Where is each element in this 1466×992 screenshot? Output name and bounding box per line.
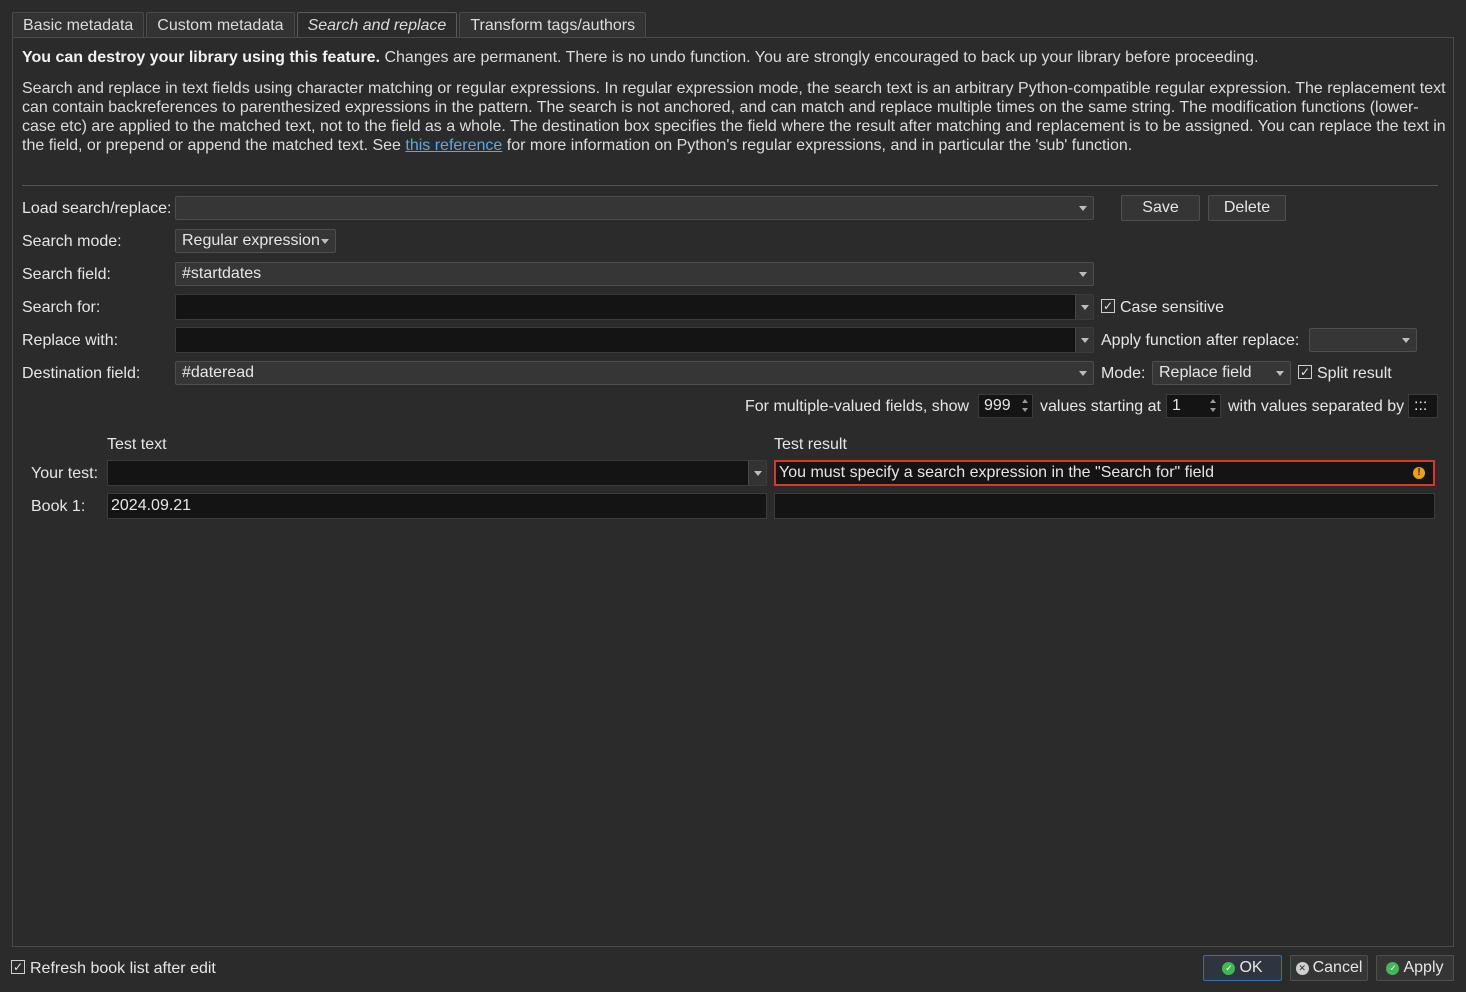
dest-mode-select[interactable]: Replace field (1152, 361, 1291, 385)
dest-mode-label: Mode: (1101, 365, 1146, 382)
multi-separator-value: ::: (1414, 397, 1428, 414)
warning-icon: ! (1413, 467, 1425, 479)
tab-custom-metadata[interactable]: Custom metadata (146, 12, 295, 38)
chevron-down-icon (1079, 206, 1087, 211)
search-field-label: Search field: (22, 266, 111, 283)
book1-result-field (774, 493, 1435, 519)
check-circle-icon: ✓ (1386, 961, 1400, 975)
check-circle-icon: ✓ (1222, 961, 1236, 975)
search-field-value: #startdates (182, 265, 262, 282)
tab-label: Transform tags/authors (470, 16, 636, 34)
chevron-down-icon (1081, 338, 1089, 343)
chevron-down-icon (1081, 305, 1089, 310)
spin-arrows-icon[interactable] (1020, 395, 1032, 417)
warning-bold: You can destroy your library using this … (22, 49, 381, 66)
spin-arrows-icon[interactable] (1208, 395, 1220, 417)
your-test-label: Your test: (31, 465, 99, 482)
test-result-header: Test result (774, 436, 847, 453)
your-test-result: You must specify a search expression in … (774, 460, 1435, 486)
split-result-checkbox[interactable]: ✓ (1298, 365, 1312, 379)
tab-label: Basic metadata (23, 16, 134, 34)
chevron-down-icon (1276, 371, 1284, 376)
book1-test-value: 2024.09.21 (111, 497, 192, 514)
delete-button[interactable]: Delete (1208, 195, 1286, 221)
destination-field-label: Destination field: (22, 365, 141, 382)
close-circle-icon: ✕ (1295, 961, 1309, 975)
replace-with-dropdown[interactable] (1075, 328, 1093, 352)
multi-mid-label: values starting at (1040, 398, 1161, 415)
multi-show-spinbox[interactable]: 999 (978, 394, 1033, 418)
multi-prefix-label: For multiple-valued fields, show (745, 398, 970, 415)
warning-text: You can destroy your library using this … (22, 48, 1447, 67)
tab-search-and-replace[interactable]: Search and replace (296, 12, 458, 39)
multi-start-value: 1 (1172, 397, 1181, 414)
test-text-header: Test text (107, 436, 167, 453)
tab-bar: Basic metadata Custom metadata Search an… (12, 12, 648, 39)
chevron-down-icon (1079, 371, 1087, 376)
apply-function-select[interactable] (1309, 328, 1417, 352)
refresh-book-list-checkbox[interactable]: ✓ (11, 960, 25, 974)
apply-button-label: Apply (1403, 959, 1444, 976)
search-for-input[interactable] (175, 294, 1094, 320)
destination-field-select[interactable]: #dateread (175, 361, 1094, 385)
apply-function-label: Apply function after replace: (1101, 332, 1300, 349)
search-for-label: Search for: (22, 299, 101, 316)
search-mode-label: Search mode: (22, 233, 122, 250)
help-text: Search and replace in text fields using … (22, 79, 1447, 155)
load-search-replace-select[interactable] (175, 196, 1094, 220)
tab-basic-metadata[interactable]: Basic metadata (12, 12, 145, 38)
ok-button-label: OK (1239, 959, 1263, 976)
chevron-down-icon (754, 471, 762, 476)
book1-test-field[interactable]: 2024.09.21 (107, 493, 767, 519)
replace-with-label: Replace with: (22, 332, 119, 349)
tab-label: Custom metadata (157, 16, 284, 34)
chevron-down-icon (1402, 338, 1410, 343)
cancel-button[interactable]: ✕ Cancel (1290, 955, 1368, 981)
search-for-dropdown[interactable] (1075, 295, 1093, 319)
multi-start-spinbox[interactable]: 1 (1166, 394, 1221, 418)
case-sensitive-label: Case sensitive (1120, 299, 1225, 316)
multi-separator-input[interactable]: ::: (1408, 394, 1438, 418)
case-sensitive-checkbox[interactable]: ✓ (1101, 299, 1115, 313)
save-button-label: Save (1142, 199, 1179, 216)
help-text-part: for more information on Python's regular… (502, 137, 1133, 154)
separator (22, 185, 1438, 186)
your-test-dropdown[interactable] (748, 461, 766, 485)
multi-show-value: 999 (984, 397, 1011, 414)
tab-label: Search and replace (307, 17, 447, 34)
apply-button[interactable]: ✓ Apply (1376, 955, 1454, 981)
chevron-down-icon (321, 239, 329, 244)
chevron-down-icon (1079, 272, 1087, 277)
split-result-label: Split result (1317, 365, 1392, 382)
your-test-input[interactable] (107, 460, 767, 486)
dest-mode-value: Replace field (1159, 364, 1252, 381)
ok-button[interactable]: ✓ OK (1203, 955, 1282, 981)
search-mode-select[interactable]: Regular expression (175, 229, 336, 253)
search-field-select[interactable]: #startdates (175, 262, 1094, 286)
replace-with-input[interactable] (175, 327, 1094, 353)
refresh-book-list-label: Refresh book list after edit (30, 960, 216, 977)
cancel-button-label: Cancel (1312, 959, 1363, 976)
save-button[interactable]: Save (1121, 195, 1200, 221)
destination-field-value: #dateread (182, 364, 255, 381)
search-replace-panel (12, 37, 1454, 947)
book1-label: Book 1: (31, 498, 86, 515)
search-mode-value: Regular expression (182, 232, 320, 249)
warning-rest: Changes are permanent. There is no undo … (380, 49, 1259, 66)
reference-link[interactable]: this reference (405, 137, 502, 154)
your-test-result-text: You must specify a search expression in … (779, 464, 1214, 481)
multi-suffix-label: with values separated by (1228, 398, 1405, 415)
tab-transform-tags-authors[interactable]: Transform tags/authors (459, 12, 647, 38)
delete-button-label: Delete (1223, 199, 1271, 216)
load-search-replace-label: Load search/replace: (22, 200, 172, 217)
